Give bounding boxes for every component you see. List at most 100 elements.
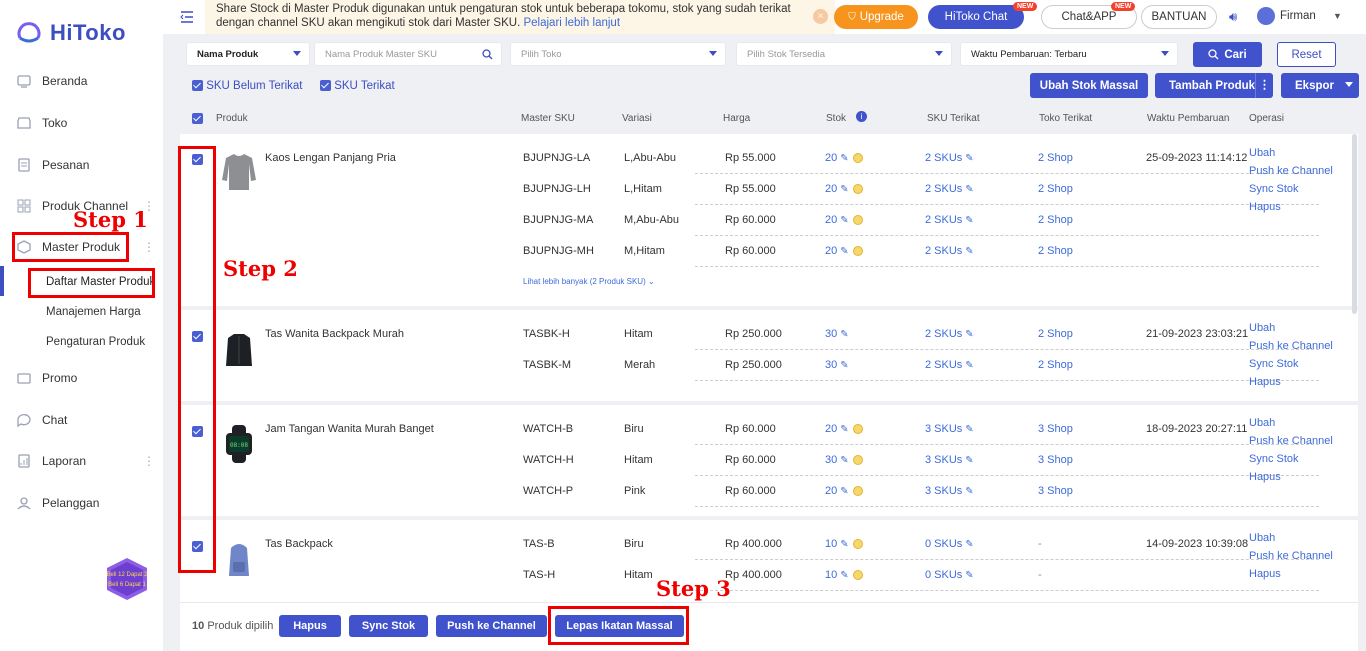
sku-terikat[interactable]: 2 SKUs ✎: [925, 183, 974, 195]
edit-icon[interactable]: ✎: [965, 486, 973, 497]
menu-collapse-icon[interactable]: [180, 10, 194, 24]
row-checkbox[interactable]: [192, 331, 203, 343]
push-channel-link[interactable]: Push ke Channel: [1249, 432, 1333, 450]
product-name[interactable]: Tas Wanita Backpack Murah: [265, 328, 404, 340]
promo-badge[interactable]: Beli 12 Dapat 2 Beli 6 Dapat 1: [103, 556, 151, 602]
stok-value[interactable]: 20: [825, 152, 837, 164]
sku-terikat[interactable]: 0 SKUs ✎: [925, 538, 974, 550]
upgrade-button[interactable]: ⛉ Upgrade: [834, 5, 918, 29]
select-all-checkbox[interactable]: [192, 113, 203, 124]
edit-icon[interactable]: ✎: [840, 539, 848, 550]
sync-stok-link[interactable]: Sync Stok: [1249, 450, 1333, 468]
product-name[interactable]: Kaos Lengan Panjang Pria: [265, 152, 396, 164]
hapus-link[interactable]: Hapus: [1249, 373, 1333, 391]
edit-icon[interactable]: ✎: [965, 570, 973, 581]
edit-icon[interactable]: ✎: [840, 246, 848, 257]
sku-terikat[interactable]: 0 SKUs ✎: [925, 569, 974, 581]
sku-count[interactable]: 3 SKUs: [925, 485, 962, 497]
sku-terikat[interactable]: 2 SKUs ✎: [925, 245, 974, 257]
sku-count[interactable]: 2 SKUs: [925, 152, 962, 164]
edit-icon[interactable]: ✎: [965, 184, 973, 195]
see-more-link[interactable]: Lihat lebih banyak (2 Produk SKU) ⌄: [523, 277, 655, 286]
edit-icon[interactable]: ✎: [840, 184, 848, 195]
hapus-link[interactable]: Hapus: [1249, 198, 1333, 216]
hapus-button[interactable]: Hapus: [279, 615, 341, 637]
sidebar-subitem-manajemen-harga[interactable]: Manajemen Harga: [46, 306, 141, 318]
stok-value[interactable]: 10: [825, 569, 837, 581]
edit-icon[interactable]: ✎: [840, 570, 848, 581]
stok[interactable]: 20 ✎: [825, 214, 863, 226]
stok-value[interactable]: 30: [825, 359, 837, 371]
stok-value[interactable]: 30: [825, 328, 837, 340]
more-vertical-icon[interactable]: ⋮: [1255, 73, 1273, 98]
row-checkbox[interactable]: [192, 426, 203, 438]
chevron-down-icon[interactable]: ▼: [1333, 11, 1342, 21]
sync-stok-link[interactable]: Sync Stok: [1249, 355, 1333, 373]
edit-icon[interactable]: ✎: [965, 360, 973, 371]
product-name[interactable]: Tas Backpack: [265, 538, 333, 550]
scrollbar[interactable]: [1352, 134, 1357, 314]
sort-select[interactable]: Waktu Pembaruan: Terbaru: [960, 42, 1178, 66]
sidebar-item-chat[interactable]: Chat: [0, 405, 163, 435]
stok-value[interactable]: 20: [825, 183, 837, 195]
lepas-ikatan-massal-button[interactable]: Lepas Ikatan Massal: [555, 615, 684, 637]
sku-count[interactable]: 0 SKUs: [925, 538, 962, 550]
toko-terikat[interactable]: 2 Shop: [1038, 245, 1073, 257]
learn-more-link[interactable]: Pelajari lebih lanjut: [523, 17, 620, 29]
close-banner-icon[interactable]: ×: [813, 9, 828, 24]
sku-count[interactable]: 2 SKUs: [925, 328, 962, 340]
stok[interactable]: 20 ✎: [825, 423, 863, 435]
product-name[interactable]: Jam Tangan Wanita Murah Banget: [265, 423, 434, 435]
sku-terikat[interactable]: 3 SKUs ✎: [925, 454, 974, 466]
reset-button[interactable]: Reset: [1277, 42, 1336, 67]
toko-terikat[interactable]: 3 Shop: [1038, 485, 1073, 497]
search-input[interactable]: Nama Produk Master SKU: [314, 42, 502, 66]
edit-icon[interactable]: ✎: [965, 424, 973, 435]
edit-icon[interactable]: ✎: [840, 486, 848, 497]
checkbox-checked[interactable]: [192, 80, 203, 92]
edit-icon[interactable]: ✎: [965, 329, 973, 340]
hapus-link[interactable]: Hapus: [1249, 565, 1333, 583]
search-icon[interactable]: [482, 49, 493, 60]
ubah-link[interactable]: Ubah: [1249, 144, 1333, 162]
sidebar-item-pesanan[interactable]: Pesanan: [0, 150, 163, 180]
stok[interactable]: 10 ✎: [825, 569, 863, 581]
sku-terikat[interactable]: 2 SKUs ✎: [925, 359, 974, 371]
toko-terikat[interactable]: 3 Shop: [1038, 454, 1073, 466]
sku-terikat[interactable]: 2 SKUs ✎: [925, 152, 974, 164]
edit-icon[interactable]: ✎: [965, 539, 973, 550]
info-icon[interactable]: i: [856, 111, 867, 122]
hitoko-logo[interactable]: HiToko: [14, 18, 126, 48]
toggle-sku-terikat[interactable]: SKU Terikat: [320, 80, 395, 92]
sidebar-subitem-pengaturan-produk[interactable]: Pengaturan Produk: [46, 336, 145, 348]
stok[interactable]: 20 ✎: [825, 152, 863, 164]
row-checkbox[interactable]: [192, 154, 203, 166]
sku-terikat[interactable]: 3 SKUs ✎: [925, 423, 974, 435]
stok[interactable]: 30 ✎: [825, 328, 849, 340]
ubah-link[interactable]: Ubah: [1249, 414, 1333, 432]
edit-icon[interactable]: ✎: [840, 424, 848, 435]
toko-terikat[interactable]: 2 Shop: [1038, 359, 1073, 371]
edit-icon[interactable]: ✎: [965, 153, 973, 164]
user-name[interactable]: Firman: [1280, 10, 1316, 22]
edit-icon[interactable]: ✎: [965, 246, 973, 257]
ubah-stok-massal-button[interactable]: Ubah Stok Massal: [1030, 73, 1148, 98]
toko-terikat[interactable]: 2 Shop: [1038, 328, 1073, 340]
ekspor-button[interactable]: Ekspor: [1281, 73, 1359, 98]
toko-terikat[interactable]: 2 Shop: [1038, 183, 1073, 195]
stok-select[interactable]: Pilih Stok Tersedia: [736, 42, 952, 66]
sku-terikat[interactable]: 2 SKUs ✎: [925, 214, 974, 226]
hitoko-chat-button[interactable]: HiToko Chat: [928, 5, 1024, 29]
push-channel-link[interactable]: Push ke Channel: [1249, 547, 1333, 565]
sidebar-item-toko[interactable]: Toko: [0, 108, 163, 138]
toko-select[interactable]: Pilih Toko: [510, 42, 726, 66]
stok[interactable]: 10 ✎: [825, 538, 863, 550]
edit-icon[interactable]: ✎: [840, 360, 848, 371]
hapus-link[interactable]: Hapus: [1249, 468, 1333, 486]
stok[interactable]: 30 ✎: [825, 454, 863, 466]
edit-icon[interactable]: ✎: [840, 153, 848, 164]
stok-value[interactable]: 20: [825, 245, 837, 257]
sku-count[interactable]: 2 SKUs: [925, 214, 962, 226]
cari-button[interactable]: Cari: [1193, 42, 1262, 67]
tambah-produk-button[interactable]: Tambah Produk ⋮: [1155, 73, 1273, 98]
